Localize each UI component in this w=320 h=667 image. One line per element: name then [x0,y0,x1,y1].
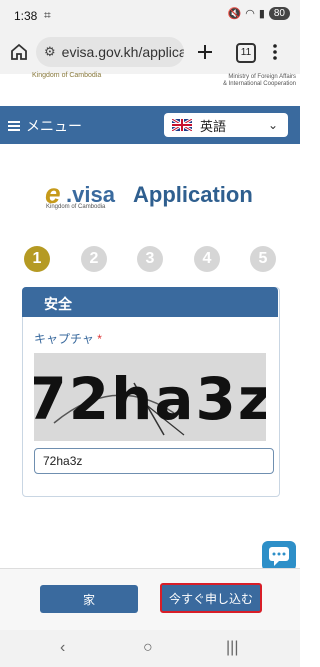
page-title: Application [133,182,253,207]
captcha-input[interactable] [34,448,274,474]
security-card-title: 安全 [44,296,72,312]
status-icons: 🔇 ◠ ▮ 80 [227,7,290,20]
header-kingdom-text: Kingdom of Cambodia [32,72,102,79]
step-2: 2 [81,246,107,272]
tab-switcher-button[interactable]: 11 [236,43,256,63]
site-settings-icon[interactable]: ⚙ [44,44,56,60]
browser-toolbar: ⚙ evisa.gov.kh/applica 11 [0,30,300,74]
logo-subtitle: Kingdom of Cambodia [46,204,106,210]
captcha-label: キャプチャ * [34,330,102,347]
step-4: 4 [194,246,220,272]
ministry-text: Ministry of Foreign Affairs & Internatio… [200,74,296,88]
address-bar[interactable]: ⚙ evisa.gov.kh/applica [36,37,184,67]
url-text: evisa.gov.kh/applica [61,44,184,60]
chevron-down-icon: ⌄ [267,118,278,132]
home-icon[interactable] [10,43,28,61]
menu-button[interactable]: メニュー [8,116,82,136]
status-time: 1:38 [14,9,38,23]
more-menu-icon[interactable] [272,43,278,61]
step-1: 1 [24,246,50,272]
system-nav-bar: ‹ ○ ||| [0,630,300,667]
home-button[interactable]: 家 [40,585,138,613]
security-card-header: 安全 [22,287,278,317]
ministry-line-2: & International Cooperation [222,81,296,87]
battery-indicator: 80 [268,7,290,20]
required-mark: * [97,332,102,346]
captcha-text: 72ha3z [34,365,266,433]
chat-icon [269,547,289,566]
back-icon[interactable]: ‹ [60,639,65,657]
uk-flag-icon [172,119,192,131]
site-navbar: メニュー 英語 ⌄ [0,106,300,144]
captcha-label-text: キャプチャ [34,332,94,346]
step-3: 3 [137,246,163,272]
recents-icon[interactable]: ||| [226,639,238,657]
step-5: 5 [250,246,276,272]
wifi-icon: ◠ [245,8,255,20]
apply-now-button[interactable]: 今すぐ申し込む [160,583,262,613]
chat-button[interactable] [262,541,296,571]
ministry-line-1: Ministry of Foreign Affairs [228,74,296,80]
captcha-image: 72ha3z [34,353,266,441]
new-tab-icon[interactable] [196,43,214,61]
screenshot-icon: ⌗ [44,8,51,22]
hamburger-icon [8,121,20,131]
mute-icon: 🔇 [227,8,242,20]
home-circle-icon[interactable]: ○ [143,639,153,657]
signal-icon: ▮ [258,8,265,20]
menu-label: メニュー [26,118,82,134]
status-bar: 1:38 ⌗ 🔇 ◠ ▮ 80 [0,0,300,30]
language-label: 英語 [200,118,227,134]
language-select[interactable]: 英語 ⌄ [164,113,288,137]
